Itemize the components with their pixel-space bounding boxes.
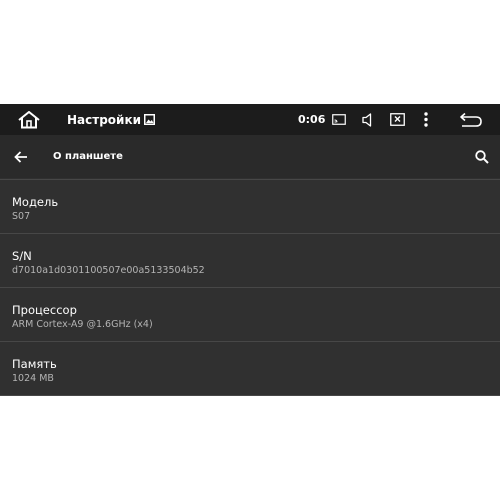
settings-list: Модель S07 S/N d7010a1d0301100507e00a513… bbox=[0, 178, 500, 396]
home-icon[interactable] bbox=[16, 104, 42, 135]
volume-icon[interactable] bbox=[360, 104, 376, 135]
page-title: О планшете bbox=[53, 151, 123, 162]
screen-x-icon[interactable] bbox=[388, 104, 406, 135]
item-value: d7010a1d0301100507e00a5133504b52 bbox=[12, 265, 205, 276]
arrow-back-icon[interactable] bbox=[10, 135, 32, 178]
more-vert-icon[interactable] bbox=[420, 104, 432, 135]
search-icon[interactable] bbox=[472, 135, 492, 178]
back-icon[interactable] bbox=[458, 104, 484, 135]
app-title: Настройки bbox=[67, 112, 142, 127]
item-title: Память bbox=[12, 357, 57, 371]
clock: 0:06 bbox=[298, 113, 326, 126]
list-item-model[interactable]: Модель S07 bbox=[0, 180, 500, 234]
item-value: ARM Cortex-A9 @1.6GHz (x4) bbox=[12, 319, 153, 330]
list-item-memory[interactable]: Память 1024 MB bbox=[0, 342, 500, 396]
item-value: 1024 MB bbox=[12, 373, 54, 384]
action-bar: О планшете bbox=[0, 135, 500, 178]
item-title: S/N bbox=[12, 249, 32, 263]
status-bar: Настройки 0:06 bbox=[0, 104, 500, 135]
cast-icon[interactable] bbox=[331, 104, 347, 135]
list-item-serial[interactable]: S/N d7010a1d0301100507e00a5133504b52 bbox=[0, 234, 500, 288]
item-title: Модель bbox=[12, 195, 59, 209]
image-icon bbox=[143, 104, 155, 135]
android-screen: Настройки 0:06 О планшете Модель S07 S/N… bbox=[0, 104, 500, 396]
item-title: Процессор bbox=[12, 303, 77, 317]
list-item-processor[interactable]: Процессор ARM Cortex-A9 @1.6GHz (x4) bbox=[0, 288, 500, 342]
item-value: S07 bbox=[12, 211, 31, 222]
